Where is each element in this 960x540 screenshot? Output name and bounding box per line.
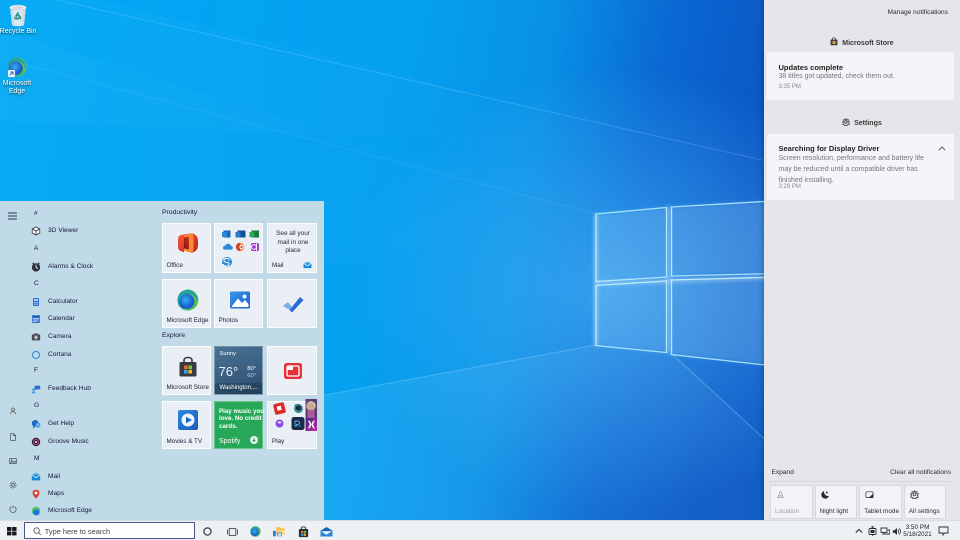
svg-text:?: ? (37, 423, 39, 427)
